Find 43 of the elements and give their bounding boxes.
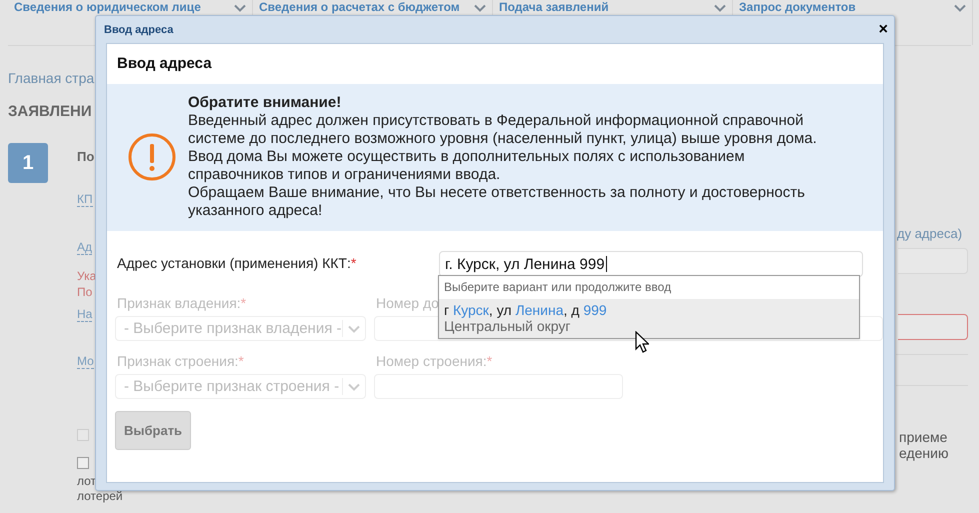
error-text: По	[77, 285, 92, 299]
chevron-down-icon	[474, 4, 486, 12]
field-label: Номер до	[376, 295, 439, 311]
close-button[interactable]: ×	[878, 22, 888, 36]
input-field[interactable]	[898, 314, 968, 340]
chevron-down-icon	[348, 382, 360, 390]
page-heading: ЗАЯВЛЕНИ	[8, 103, 92, 120]
chevron-down-icon	[954, 4, 966, 12]
dialog-title: Ввод адреса	[104, 24, 174, 36]
nav-menu-item[interactable]: Подача заявлений	[499, 1, 726, 14]
dropdown-hint: Выберите вариант или продолжите ввод	[443, 279, 672, 296]
nav-menu-item[interactable]: Сведения о расчетах с бюджетом	[259, 1, 486, 14]
nav-menu-item[interactable]: Запрос документов	[739, 1, 966, 14]
notice-text: Введенный адрес должен присутствовать в Федеральной информационной справочной системе до последнего возможного уровня (населенный пункт, улица) выше уровня дома.	[188, 112, 818, 148]
notice-text: Обращаем Ваше внимание, что Вы несете ответственность за полноту и достоверность указанного адреса!	[188, 184, 806, 220]
nav-menu-item[interactable]: Сведения о юридическом лице	[14, 1, 246, 14]
chevron-down-icon	[234, 4, 246, 12]
body-text: лот	[77, 474, 96, 488]
suggestion-address: г Курск, ул Ленина, д 999	[444, 302, 607, 318]
body-text: приеме	[898, 429, 948, 445]
field-link[interactable]: Ад	[77, 240, 92, 255]
field-label: Адрес установки (применения) ККТ:*	[116, 254, 356, 271]
suggestion-district: Центральный округ	[444, 318, 570, 334]
chevron-down-icon	[714, 4, 726, 12]
field-label: Признак строения:*	[117, 353, 244, 369]
field-link[interactable]: КП	[77, 192, 93, 207]
dialog-heading: Ввод адреса	[116, 54, 213, 74]
step-title: По	[77, 149, 94, 164]
warning-icon	[128, 133, 176, 181]
body-text: лотерей	[77, 489, 123, 503]
step-number: 1	[8, 143, 48, 183]
suggestion-item[interactable]: г Курск, ул Ленина, д 999 Центральный округ	[439, 299, 859, 338]
notice-text: Ввод дома Вы можете осуществить в дополнительных полях с использованием справочников типов и ограничениями ввода.	[188, 148, 746, 184]
field-link[interactable]: Мо	[77, 354, 94, 369]
field-link[interactable]: На	[77, 307, 92, 322]
breadcrumb-link[interactable]: Главная стра	[8, 70, 94, 86]
chevron-down-icon	[348, 324, 360, 332]
body-text: едению	[898, 445, 948, 461]
field-label: Признак владения:*	[117, 295, 246, 311]
field-label: Номер строения:*	[376, 353, 492, 369]
address-link[interactable]: ду адреса)	[896, 226, 962, 241]
checkbox[interactable]	[77, 457, 89, 469]
notice-title: Обратите внимание!	[188, 94, 342, 112]
